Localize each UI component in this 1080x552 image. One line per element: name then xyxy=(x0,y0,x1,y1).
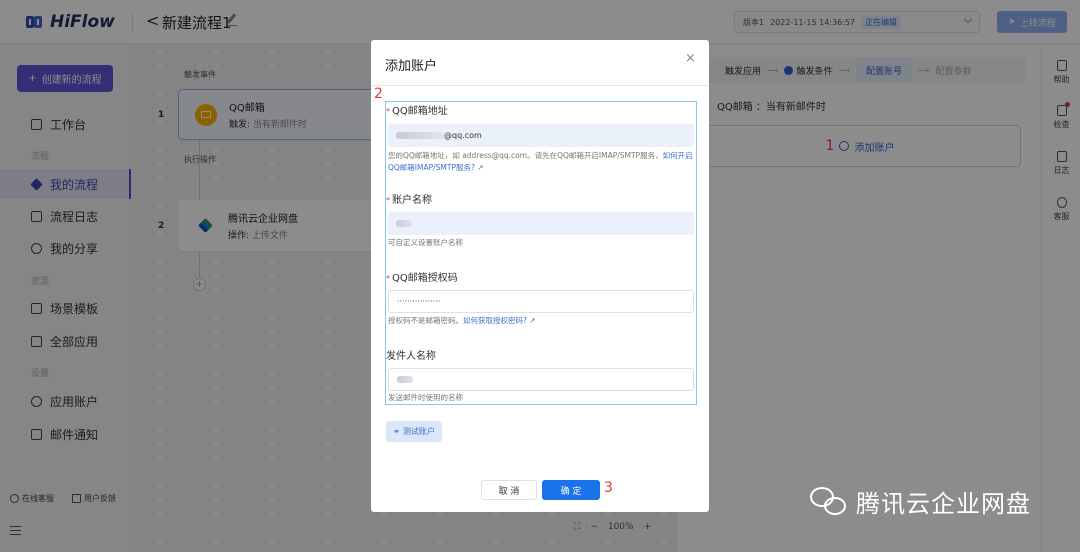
dialog-title: 添加账户 xyxy=(385,59,438,74)
divider xyxy=(371,85,709,86)
annotation-marker: 2 xyxy=(374,86,383,102)
wechat-icon xyxy=(810,486,848,517)
cancel-button[interactable]: 取 消 xyxy=(481,480,537,500)
sender-name-help: 发送邮件时使用的名称 xyxy=(388,393,463,402)
email-field[interactable]: @qq.com xyxy=(388,124,694,147)
auth-code-help: 授权码不是邮箱密码。如何获取授权密码? ↗ xyxy=(388,316,536,325)
confirm-button[interactable]: 确 定 xyxy=(542,480,600,500)
email-help: 您的QQ邮箱地址，如 address@qq.com。请先在QQ邮箱开启IMAP/… xyxy=(388,151,693,172)
auth-code-label: * QQ邮箱授权码 xyxy=(386,273,458,284)
annotation-marker: 3 xyxy=(604,480,613,496)
redacted-text xyxy=(396,132,444,139)
email-label: * QQ邮箱地址 xyxy=(386,106,448,117)
account-name-field[interactable] xyxy=(388,212,694,235)
watermark: 腾讯云企业网盘 xyxy=(810,484,1031,519)
email-value: @qq.com xyxy=(444,131,482,140)
sender-name-field[interactable] xyxy=(388,368,694,391)
test-account-label: 测试账户 xyxy=(402,427,435,436)
watermark-text: 腾讯云企业网盘 xyxy=(856,490,1031,518)
close-icon[interactable]: × xyxy=(685,51,696,66)
link-icon: ⚭ xyxy=(393,427,400,436)
auth-code-link[interactable]: 如何获取授权密码? xyxy=(463,316,527,325)
account-name-label: * 账户名称 xyxy=(386,195,432,206)
sender-name-label: 发件人名称 xyxy=(386,351,436,362)
add-account-dialog: 添加账户 × 2 * QQ邮箱地址 @qq.com 您的QQ邮箱地址，如 addr… xyxy=(371,40,709,512)
test-account-button[interactable]: ⚭ 测试账户 xyxy=(386,421,442,442)
auth-code-field[interactable]: ················· xyxy=(388,290,694,313)
account-form: * QQ邮箱地址 @qq.com 您的QQ邮箱地址，如 address@qq.co… xyxy=(385,101,697,405)
redacted-text xyxy=(397,376,413,383)
account-name-help: 可自定义设置账户名称 xyxy=(388,238,463,247)
redacted-text xyxy=(396,220,412,227)
